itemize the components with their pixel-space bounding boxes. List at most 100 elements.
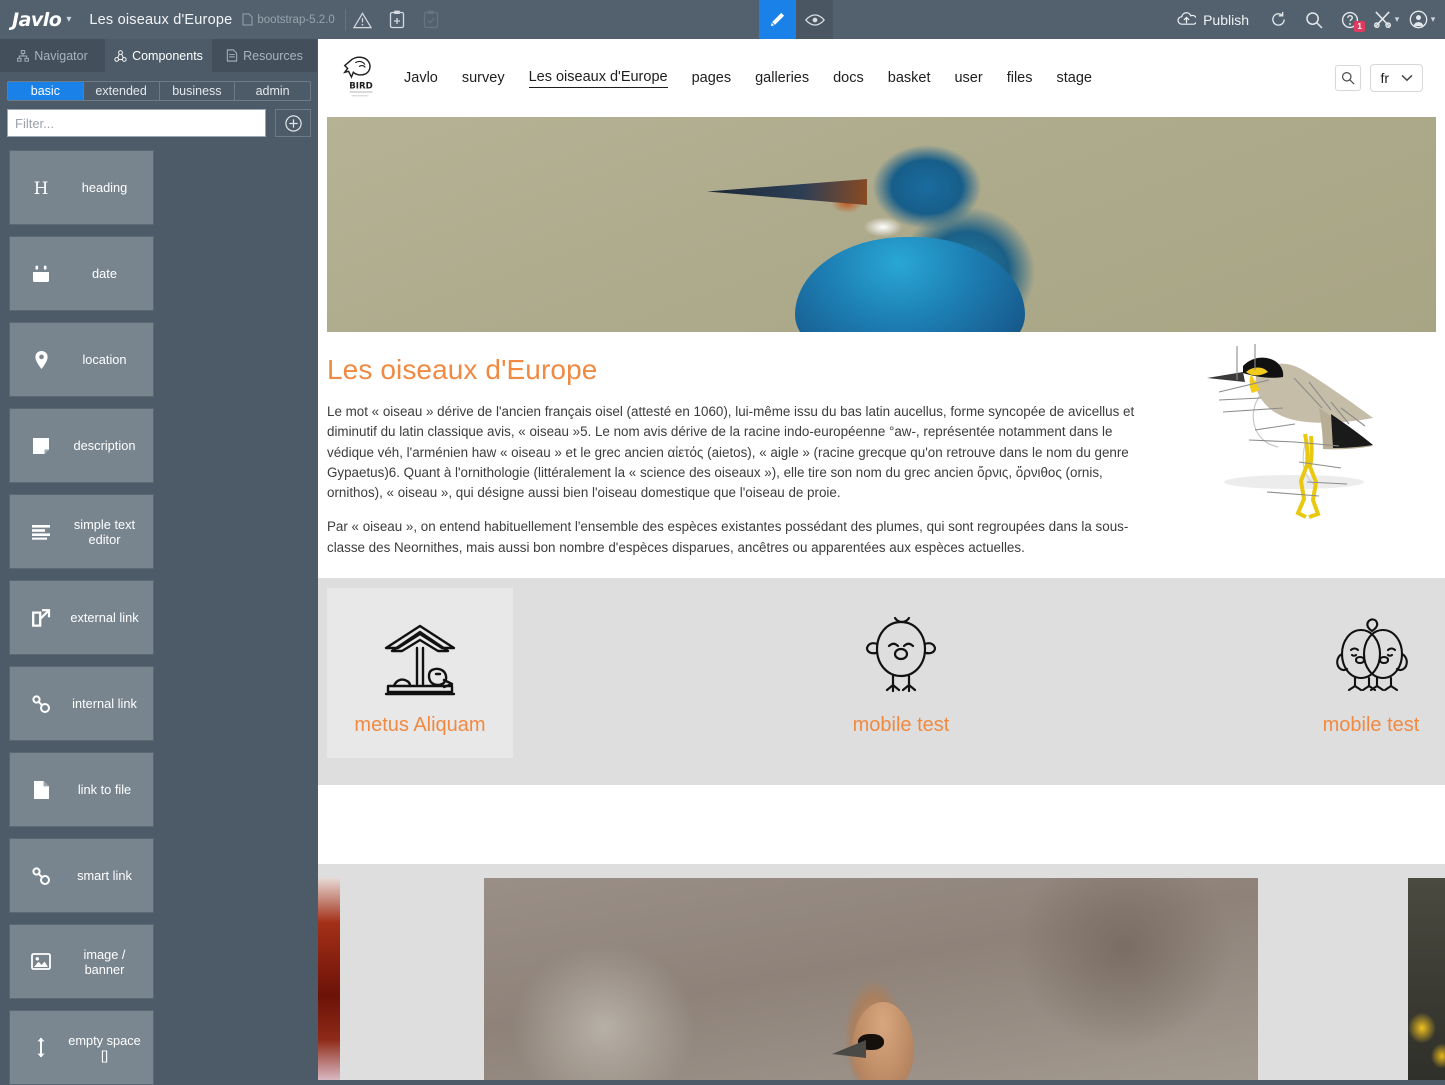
photo-red-bird[interactable] xyxy=(318,878,340,1080)
component-internal-link[interactable]: internal link xyxy=(9,666,154,741)
component-image-banner[interactable]: image / banner xyxy=(9,924,154,999)
component-label: heading xyxy=(81,180,128,195)
preview-mode-button[interactable] xyxy=(796,0,833,39)
feature-card-mobile-test-1[interactable]: mobile test xyxy=(808,588,994,758)
pin-icon xyxy=(28,350,54,370)
article-paragraph-2: Par « oiseau », on entend habituellement… xyxy=(327,519,1129,555)
chain-icon xyxy=(28,694,54,714)
component-label: simple text editor xyxy=(73,516,136,547)
paste-add-icon[interactable] xyxy=(380,0,414,39)
tab-components-label: Components xyxy=(132,48,203,63)
nav-item-javlo[interactable]: Javlo xyxy=(404,70,438,86)
calendar-icon xyxy=(28,264,54,284)
filter-input[interactable] xyxy=(7,109,266,137)
kingfisher-beak xyxy=(707,179,867,205)
site-navigation: BIRD Javlo survey Les oiseaux d'Europe p… xyxy=(318,39,1445,117)
feature-card-mobile-test-2[interactable]: mobile test xyxy=(1278,588,1445,758)
photo-yellow-flowers[interactable] xyxy=(1408,878,1445,1080)
external-link-icon xyxy=(28,608,54,628)
hero-image[interactable] xyxy=(327,117,1436,332)
feature-card-metus-aliquam[interactable]: metus Aliquam xyxy=(327,588,513,759)
lapwing-illustration[interactable] xyxy=(1199,332,1409,532)
nav-item-galleries[interactable]: galleries xyxy=(755,70,809,86)
article-block: Les oiseaux d'Europe Le mot « oiseau » d… xyxy=(318,332,1445,558)
components-icon xyxy=(114,49,127,62)
feature-card-label: mobile test xyxy=(852,714,950,737)
search-icon[interactable] xyxy=(1297,0,1331,39)
nav-item-pages[interactable]: pages xyxy=(692,70,732,86)
tab-navigator-label: Navigator xyxy=(34,48,88,63)
nav-item-les-oiseaux-deurope[interactable]: Les oiseaux d'Europe xyxy=(528,69,668,88)
nav-item-basket[interactable]: basket xyxy=(888,70,931,86)
chevron-down-icon xyxy=(1401,74,1413,82)
add-component-button[interactable] xyxy=(275,109,311,137)
nav-item-docs[interactable]: docs xyxy=(833,70,864,86)
filter-row xyxy=(7,109,311,137)
chain-icon xyxy=(28,866,54,886)
category-business[interactable]: business xyxy=(159,82,236,100)
text-lines-icon xyxy=(28,524,54,540)
nav-item-user[interactable]: user xyxy=(954,70,982,86)
category-basic[interactable]: basic xyxy=(8,82,84,100)
category-extended[interactable]: extended xyxy=(83,82,160,100)
document-title: Les oiseaux d'Europe xyxy=(89,11,233,28)
component-label: description xyxy=(73,438,136,453)
component-external-link[interactable]: external link xyxy=(9,580,154,655)
site-menu: Javlo survey Les oiseaux d'Europe pages … xyxy=(404,69,1092,88)
category-admin[interactable]: admin xyxy=(235,82,310,100)
nav-item-stage[interactable]: stage xyxy=(1057,70,1092,86)
search-icon xyxy=(1342,71,1355,85)
app-logo[interactable]: Javlo ▾ xyxy=(0,9,71,31)
site-search-button[interactable] xyxy=(1335,65,1362,91)
chevron-down-icon[interactable]: ▾ xyxy=(66,14,71,25)
bird-logo-icon[interactable]: BIRD xyxy=(340,52,382,104)
photo-eurasian-jay[interactable] xyxy=(484,878,1258,1080)
jay-beak xyxy=(832,1040,866,1058)
component-empty-space[interactable]: empty space [] xyxy=(9,1010,154,1085)
tab-resources-label: Resources xyxy=(243,48,303,63)
component-smart-link[interactable]: smart link xyxy=(9,838,154,913)
component-location[interactable]: location xyxy=(9,322,154,397)
account-icon[interactable]: ▾ xyxy=(1405,0,1439,39)
tab-components[interactable]: Components xyxy=(106,39,212,72)
tools-icon[interactable]: ▾ xyxy=(1369,0,1403,39)
component-label: smart link xyxy=(77,868,132,883)
page-preview: BIRD Javlo survey Les oiseaux d'Europe p… xyxy=(318,39,1445,1080)
nav-item-files[interactable]: files xyxy=(1007,70,1033,86)
plus-circle-icon xyxy=(284,114,302,132)
bird-feeder-icon xyxy=(384,624,456,696)
warning-icon[interactable] xyxy=(346,0,380,39)
component-label: empty space [] xyxy=(68,1032,141,1063)
photo-gallery-band xyxy=(318,864,1445,1080)
chevron-down-icon[interactable]: ▾ xyxy=(1431,14,1436,25)
component-label: image / banner xyxy=(83,946,126,977)
refresh-icon[interactable] xyxy=(1261,0,1295,39)
component-label: link to file xyxy=(77,782,132,797)
template-name: bootstrap-5.2.0 xyxy=(257,13,335,26)
component-description[interactable]: description xyxy=(9,408,154,483)
help-icon[interactable]: 1 xyxy=(1333,0,1367,39)
component-date[interactable]: date xyxy=(9,236,154,311)
article-paragraph-1: Le mot « oiseau » dérive de l'ancien fra… xyxy=(327,404,1135,501)
language-value: fr xyxy=(1380,70,1389,86)
file-icon xyxy=(226,49,238,62)
document-icon xyxy=(28,780,54,800)
template-chip[interactable]: bootstrap-5.2.0 xyxy=(242,8,346,31)
sitemap-icon xyxy=(17,49,30,62)
component-simple-text-editor[interactable]: simple text editor xyxy=(9,494,154,569)
component-link-to-file[interactable]: link to file xyxy=(9,752,154,827)
tab-navigator[interactable]: Navigator xyxy=(0,39,106,72)
component-heading[interactable]: H heading xyxy=(9,150,154,225)
edit-mode-button[interactable] xyxy=(759,0,796,39)
nav-item-survey[interactable]: survey xyxy=(462,70,505,86)
language-select[interactable]: fr xyxy=(1370,64,1423,92)
panel-tabs: Navigator Components Resources xyxy=(0,39,318,72)
feature-card-label: mobile test xyxy=(1322,714,1420,737)
tab-resources[interactable]: Resources xyxy=(212,39,318,72)
toolbar-right-group: Publish 1 ▾ ▾ xyxy=(1167,0,1439,39)
chevron-down-icon[interactable]: ▾ xyxy=(1395,14,1400,25)
category-segmented-control: basic extended business admin xyxy=(7,81,311,101)
image-icon xyxy=(28,953,54,970)
publish-button[interactable]: Publish xyxy=(1167,0,1259,39)
application-toolbar: Javlo ▾ Les oiseaux d'Europe bootstrap-5… xyxy=(0,0,1445,39)
